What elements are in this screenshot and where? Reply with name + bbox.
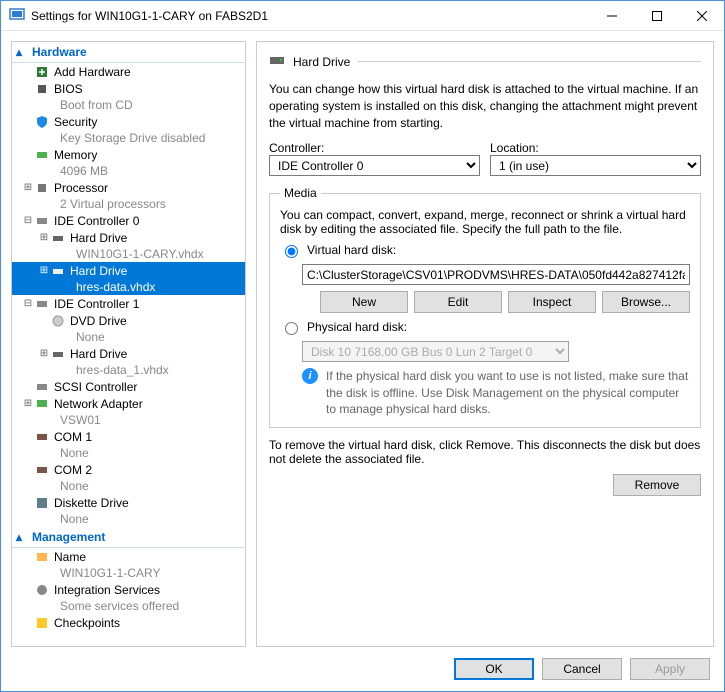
tree-processor[interactable]: ⊞Processor [12,179,245,196]
window-title: Settings for WIN10G1-1-CARY on FABS2D1 [31,9,589,23]
hard-drive-icon [50,230,66,246]
tree-diskette[interactable]: Diskette Drive [12,494,245,511]
remove-button[interactable]: Remove [613,474,701,496]
browse-button[interactable]: Browse... [602,291,690,313]
hardware-section-header[interactable]: ▴ Hardware [12,42,245,63]
edit-button[interactable]: Edit [414,291,502,313]
tree-bios-sub: Boot from CD [12,97,245,113]
apply-button[interactable]: Apply [630,658,710,680]
tree-name-sub: WIN10G1-1-CARY [12,565,245,581]
hard-drive-icon [50,346,66,362]
dvd-icon [50,313,66,329]
name-icon [34,549,50,565]
tree-com1[interactable]: COM 1 [12,428,245,445]
physical-radio[interactable] [285,322,298,335]
vhd-radio[interactable] [285,245,298,258]
media-legend: Media [280,186,321,200]
tree-scsi[interactable]: SCSI Controller [12,378,245,395]
tree-checkpoints[interactable]: Checkpoints [12,614,245,631]
chevron-up-icon: ▴ [16,45,22,59]
vhd-radio-label: Virtual hard disk: [307,243,396,257]
tree-ide0-hd2[interactable]: ⊞Hard Drive [12,262,245,279]
physical-radio-label: Physical hard disk: [307,320,407,334]
management-label: Management [32,530,105,544]
tree-ide1-dvd[interactable]: DVD Drive [12,312,245,329]
controller-select[interactable]: IDE Controller 0 [269,155,480,176]
chip-icon [34,81,50,97]
content-area: ▴ Hardware Add Hardware BIOS Boot from C… [1,31,724,647]
tree-security-sub: Key Storage Drive disabled [12,130,245,146]
media-fieldset: Media You can compact, convert, expand, … [269,186,701,428]
cancel-button[interactable]: Cancel [542,658,622,680]
tree-integration-sub: Some services offered [12,598,245,614]
pane-title: Hard Drive [293,55,350,69]
inspect-button[interactable]: Inspect [508,291,596,313]
tree-network-sub: VSW01 [12,412,245,428]
shield-icon [34,114,50,130]
tree-memory-sub: 4096 MB [12,163,245,179]
tree-processor-sub: 2 Virtual processors [12,196,245,212]
controller-icon [34,213,50,229]
physical-disk-select: Disk 10 7168.00 GB Bus 0 Lun 2 Target 0 [302,341,569,362]
tree-ide1-hd-sub: hres-data_1.vhdx [12,362,245,378]
maximize-button[interactable] [634,1,679,31]
tree-com2-sub: None [12,478,245,494]
pane-description: You can change how this virtual hard dis… [269,81,701,131]
tree-add-hardware[interactable]: Add Hardware [12,63,245,80]
tree-ide0-hd1[interactable]: ⊞Hard Drive [12,229,245,246]
location-label: Location: [490,141,701,155]
controller-label: Controller: [269,141,480,155]
media-description: You can compact, convert, expand, merge,… [280,208,690,236]
memory-icon [34,147,50,163]
tree-integration[interactable]: Integration Services [12,581,245,598]
checkpoints-icon [34,615,50,631]
tree-diskette-sub: None [12,511,245,527]
tree-ide1[interactable]: ⊟IDE Controller 1 [12,295,245,312]
tree-memory[interactable]: Memory [12,146,245,163]
diskette-icon [34,495,50,511]
new-button[interactable]: New [320,291,408,313]
vhd-path-input[interactable] [302,264,690,285]
com-port-icon [34,429,50,445]
tree-com2[interactable]: COM 2 [12,461,245,478]
com-port-icon [34,462,50,478]
tree-ide0-hd2-sub: hres-data.vhdx [12,279,245,295]
app-icon [9,6,25,25]
details-pane: Hard Drive You can change how this virtu… [256,41,714,647]
tree-security[interactable]: Security [12,113,245,130]
separator [358,61,701,62]
tree-name[interactable]: Name [12,548,245,565]
tree-ide1-dvd-sub: None [12,329,245,345]
ok-button[interactable]: OK [454,658,534,680]
tree-ide0-hd1-sub: WIN10G1-1-CARY.vhdx [12,246,245,262]
tree-network[interactable]: ⊞Network Adapter [12,395,245,412]
hard-drive-icon [50,263,66,279]
minimize-button[interactable] [589,1,634,31]
processor-icon [34,180,50,196]
add-hardware-icon [34,64,50,80]
services-icon [34,582,50,598]
management-section-header[interactable]: ▴ Management [12,527,245,548]
close-button[interactable] [679,1,724,31]
chevron-up-icon: ▴ [16,530,22,544]
tree-ide1-hd[interactable]: ⊞Hard Drive [12,345,245,362]
physical-info-text: If the physical hard disk you want to us… [326,368,690,417]
settings-window: Settings for WIN10G1-1-CARY on FABS2D1 ▴… [0,0,725,692]
tree-bios[interactable]: BIOS [12,80,245,97]
tree-ide0[interactable]: ⊟IDE Controller 0 [12,212,245,229]
info-icon: i [302,368,318,384]
hard-drive-icon [269,52,285,71]
settings-tree[interactable]: ▴ Hardware Add Hardware BIOS Boot from C… [11,41,246,647]
remove-description: To remove the virtual hard disk, click R… [269,438,701,466]
scsi-icon [34,379,50,395]
network-icon [34,396,50,412]
dialog-footer: OK Cancel Apply [1,647,724,691]
titlebar: Settings for WIN10G1-1-CARY on FABS2D1 [1,1,724,31]
hardware-label: Hardware [32,45,87,59]
controller-icon [34,296,50,312]
tree-com1-sub: None [12,445,245,461]
location-select[interactable]: 1 (in use) [490,155,701,176]
